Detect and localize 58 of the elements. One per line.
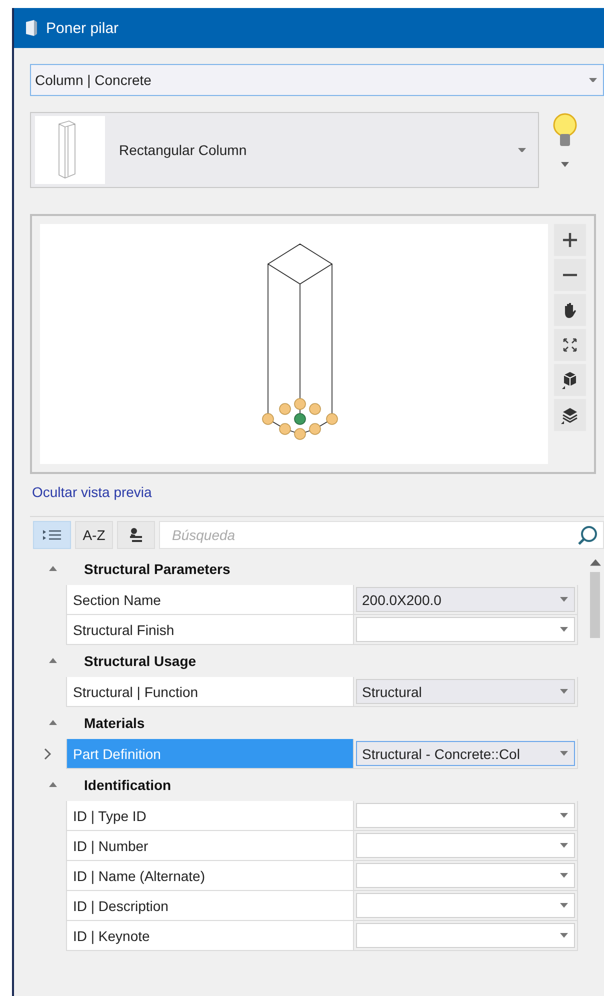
categorized-view-button[interactable] bbox=[33, 521, 71, 549]
collapse-icon[interactable] bbox=[48, 564, 58, 574]
property-name[interactable]: ID | Type ID bbox=[66, 801, 354, 831]
caret-icon bbox=[560, 843, 568, 848]
scroll-up-icon[interactable] bbox=[590, 559, 600, 566]
layers-button[interactable] bbox=[554, 399, 586, 431]
collapse-icon[interactable] bbox=[48, 656, 58, 666]
property-name[interactable]: ID | Number bbox=[66, 831, 354, 861]
search-field[interactable]: Búsqueda bbox=[159, 521, 604, 549]
group-heading: Materials bbox=[84, 715, 145, 731]
group-heading: Structural Usage bbox=[84, 653, 196, 669]
expand-icon bbox=[563, 338, 577, 352]
caret-icon bbox=[560, 903, 568, 908]
caret-icon bbox=[589, 78, 597, 82]
caret-icon bbox=[560, 627, 568, 632]
property-value-dropdown[interactable]: 200.0X200.0 bbox=[356, 587, 575, 612]
cube-icon bbox=[562, 371, 578, 389]
chevron-right-icon[interactable] bbox=[44, 748, 52, 760]
group-heading: Identification bbox=[84, 777, 172, 793]
alphabetical-view-button[interactable]: A-Z bbox=[75, 521, 113, 549]
property-name[interactable]: Section Name bbox=[66, 585, 354, 615]
property-value-dropdown[interactable]: Structural bbox=[356, 679, 575, 704]
property-name[interactable]: ID | Description bbox=[66, 891, 354, 921]
view-button[interactable] bbox=[554, 364, 586, 396]
caret-icon bbox=[560, 873, 568, 878]
caret-icon bbox=[560, 813, 568, 818]
column-thumbnail-icon bbox=[35, 116, 105, 184]
caret-icon bbox=[518, 148, 526, 152]
property-name[interactable]: Structural Finish bbox=[66, 615, 354, 645]
scrollbar-thumb[interactable] bbox=[590, 572, 600, 638]
custom-view-button[interactable] bbox=[117, 521, 155, 549]
zoom-in-icon bbox=[562, 232, 578, 248]
type-dropdown[interactable]: Rectangular Column bbox=[30, 112, 539, 188]
layers-icon bbox=[561, 406, 579, 424]
app-icon bbox=[24, 19, 38, 37]
search-icon bbox=[578, 525, 598, 545]
zoom-out-icon bbox=[562, 273, 578, 277]
category-dropdown[interactable]: Column | Concrete bbox=[30, 64, 604, 96]
zoom-out-button[interactable] bbox=[554, 259, 586, 291]
categorized-list-icon bbox=[43, 529, 61, 541]
property-name[interactable]: Structural | Function bbox=[66, 677, 354, 707]
person-desk-icon bbox=[128, 527, 144, 543]
fit-button[interactable] bbox=[554, 329, 586, 361]
property-name[interactable]: ID | Name (Alternate) bbox=[66, 861, 354, 891]
hide-preview-link[interactable]: Ocultar vista previa bbox=[32, 484, 152, 500]
caret-icon bbox=[560, 751, 568, 756]
collapse-icon[interactable] bbox=[48, 780, 58, 790]
caret-icon bbox=[560, 597, 568, 602]
window-title: Poner pilar bbox=[46, 20, 120, 36]
zoom-in-button[interactable] bbox=[554, 224, 586, 256]
caret-icon bbox=[560, 689, 568, 694]
caret-icon bbox=[560, 933, 568, 938]
collapse-icon[interactable] bbox=[48, 718, 58, 728]
hand-icon bbox=[563, 302, 577, 318]
group-heading: Structural Parameters bbox=[84, 561, 230, 577]
property-value-dropdown[interactable]: Structural - Concrete::Col bbox=[356, 741, 575, 766]
property-name[interactable]: ID | Keynote bbox=[66, 921, 354, 951]
pan-button[interactable] bbox=[554, 294, 586, 326]
